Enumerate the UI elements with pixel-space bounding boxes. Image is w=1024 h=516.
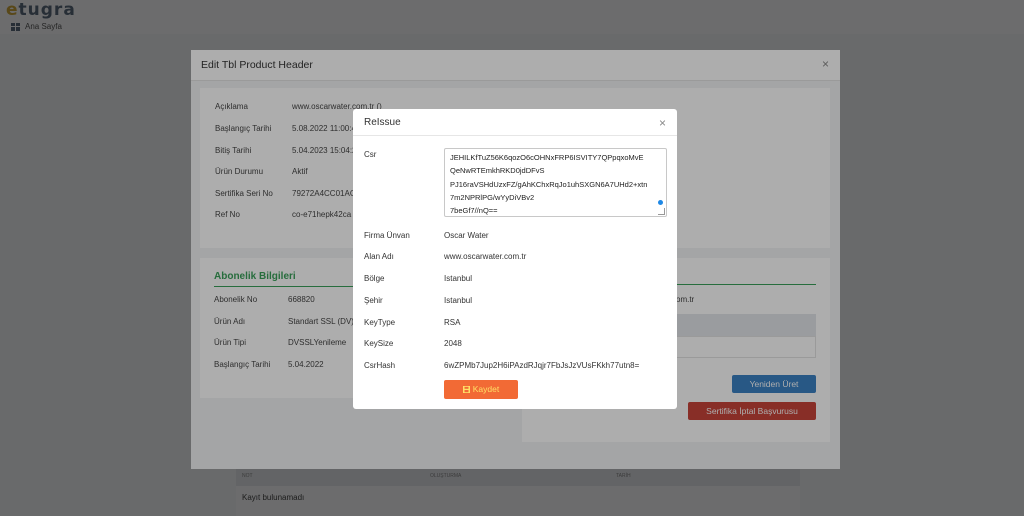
field-label: CsrHash [364,361,396,370]
field-label: Firma Ünvan [364,231,410,240]
key-size-value: 2048 [444,339,462,348]
region-value: Istanbul [444,274,473,283]
close-icon[interactable]: × [659,116,666,130]
csr-line: 7beGf7//nQ== [450,206,498,215]
field-label: Bölge [364,274,385,283]
csr-line: JEHILKfTuZ56K6qozO6cOHNxFRP6ISVITY7QPpqx… [450,153,644,162]
field-label: Şehir [364,296,383,305]
resize-handle-icon[interactable] [658,208,665,215]
csr-label: Csr [364,150,377,159]
csr-line: 7m2NPRlPG/wYyDiVBv2 [450,193,535,202]
company-name-value: Oscar Water [444,231,489,240]
save-button[interactable]: Kaydet [444,380,518,399]
csr-line: PJ16raVSHdUzxFZ/gAhKChxRqJo1uhSXGN6A7UHd… [450,180,648,189]
modal-title: ReIssue [364,117,401,128]
key-type-value: RSA [444,318,461,327]
reissue-modal: ReIssue × Csr JEHILKfTuZ56K6qozO6cOHNxFR… [353,109,677,409]
save-label: Kaydet [472,384,500,394]
field-label: KeyType [364,318,396,327]
csr-hash-value: 6wZPMb7Jup2H6iPAzdRJqjr7FbJsJzVUsFKkh77u… [444,361,640,370]
field-label: Alan Adı [364,252,394,261]
modal-divider [353,135,677,136]
domain-value: www.oscarwater.com.tr [444,252,527,261]
city-value: Istanbul [444,296,473,305]
csr-textarea[interactable]: JEHILKfTuZ56K6qozO6cOHNxFRP6ISVITY7QPpqx… [444,148,667,217]
field-label: KeySize [364,339,394,348]
save-icon [462,386,470,393]
grammar-indicator-icon [658,200,663,205]
csr-line: QeNwRTEmkhRKD0jdDFvS [450,166,545,175]
